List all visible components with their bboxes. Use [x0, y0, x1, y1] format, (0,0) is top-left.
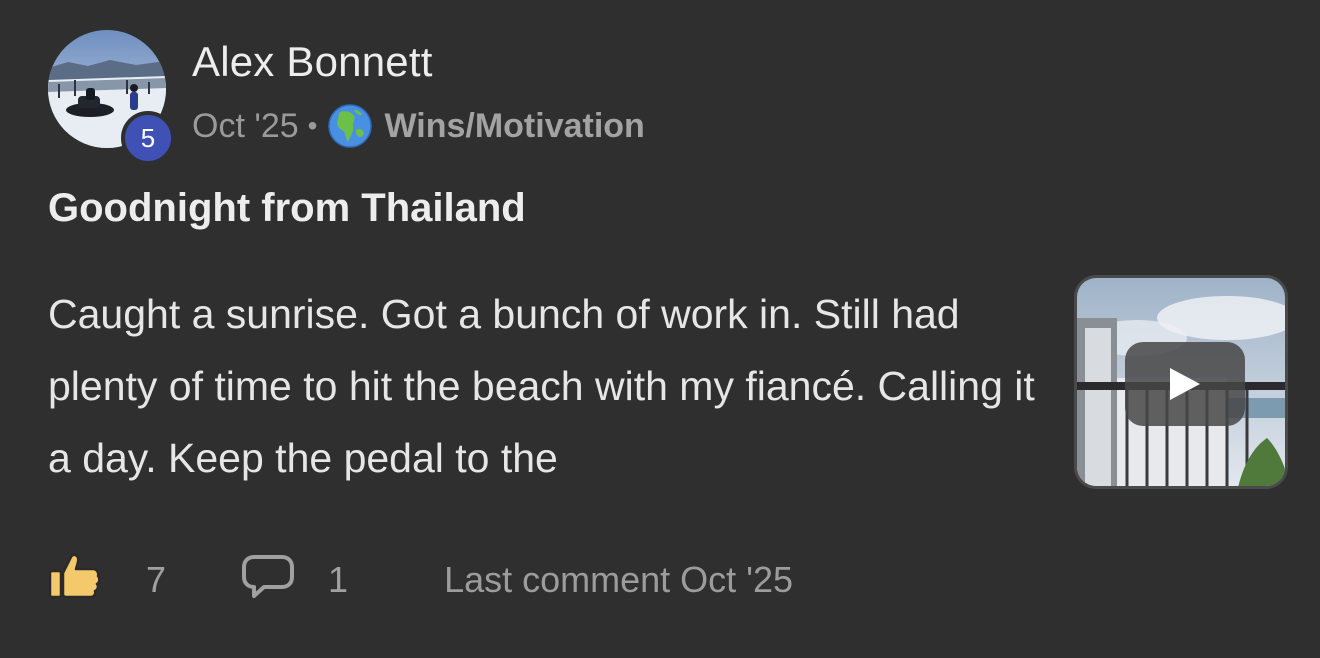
- post-date: Oct '25: [192, 106, 299, 145]
- play-icon: [1170, 368, 1200, 400]
- post-footer: 7 1 Last comment Oct '25: [48, 552, 793, 608]
- comment-count: 1: [328, 559, 349, 600]
- comment-bubble-icon: [240, 551, 296, 610]
- like-button[interactable]: 7: [48, 551, 166, 610]
- comment-button[interactable]: 1: [240, 551, 348, 610]
- category-link[interactable]: Wins/Motivation: [384, 107, 644, 146]
- globe-icon: [326, 102, 374, 150]
- level-badge: 5: [121, 111, 175, 165]
- like-count: 7: [146, 559, 167, 600]
- author-name[interactable]: Alex Bonnett: [192, 38, 433, 86]
- post-meta: Oct '25 • Wins/Motivation: [192, 102, 645, 150]
- post-body[interactable]: Caught a sunrise. Got a bunch of work in…: [48, 278, 1038, 494]
- meta-separator: •: [307, 110, 318, 141]
- last-comment-date: Last comment Oct '25: [444, 559, 794, 600]
- post-card[interactable]: 5 Alex Bonnett Oct '25 • Wins/Motivation…: [0, 0, 1320, 658]
- post-title[interactable]: Goodnight from Thailand: [48, 186, 526, 231]
- play-button[interactable]: [1125, 342, 1245, 426]
- thumbs-up-icon: [48, 551, 102, 610]
- video-thumbnail[interactable]: [1074, 275, 1288, 489]
